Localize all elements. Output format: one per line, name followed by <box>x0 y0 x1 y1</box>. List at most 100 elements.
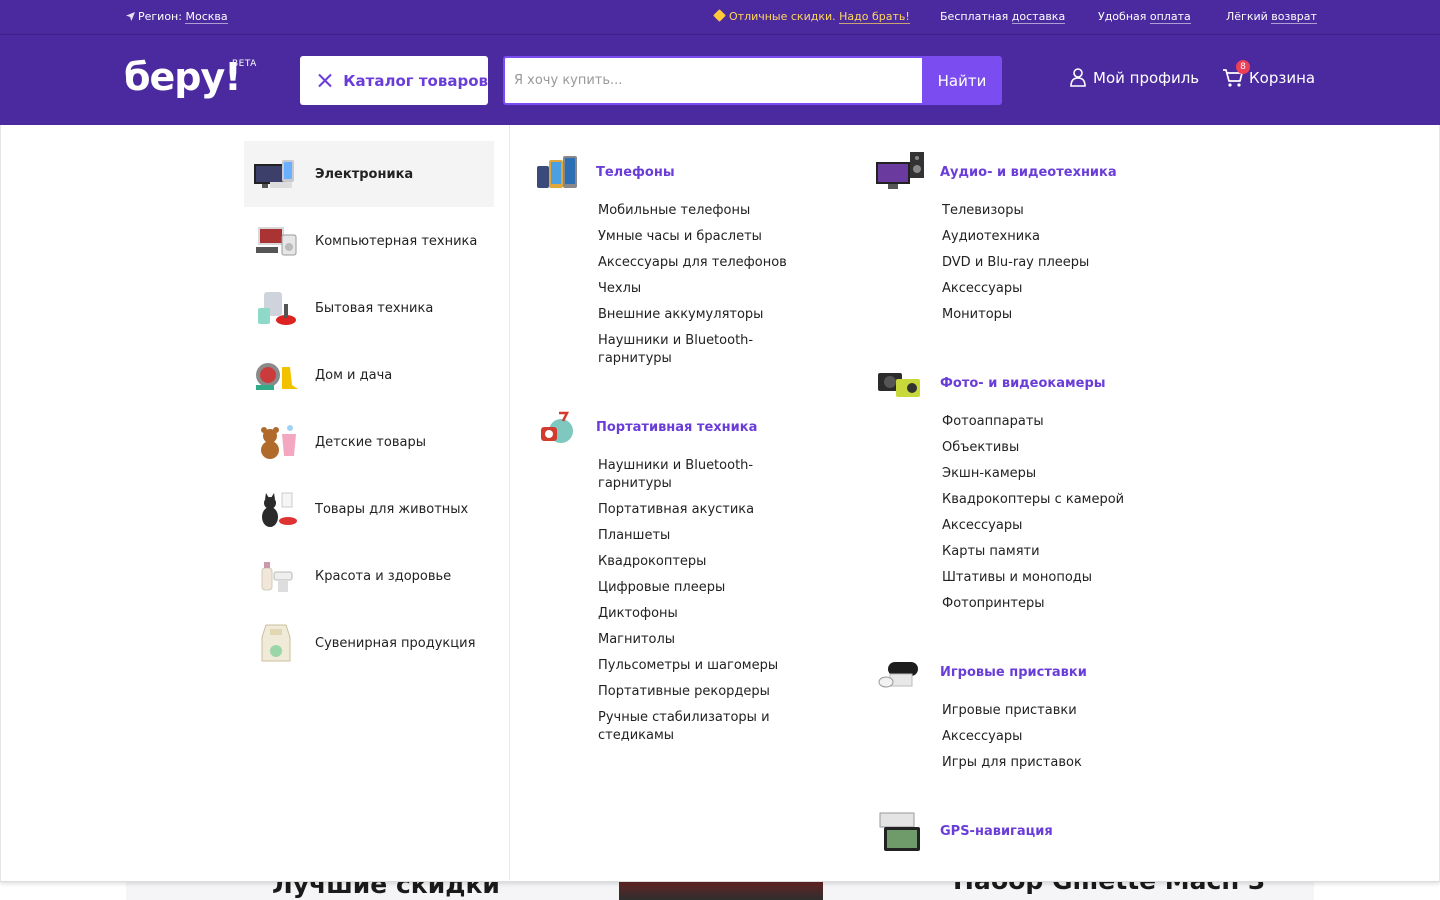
link-item[interactable]: Наушники и Bluetooth-гарнитуры <box>598 332 773 368</box>
promo-banner[interactable]: Отличные скидки. Надо брать! <box>713 9 910 24</box>
link-item[interactable]: Чехлы <box>598 280 838 298</box>
catalog-toggle-button[interactable]: Каталог товаров <box>300 56 488 105</box>
category-label: Бытовая техника <box>315 300 434 316</box>
category-computers[interactable]: Компьютерная техника <box>244 208 494 274</box>
site-logo[interactable]: беру! <box>124 55 242 99</box>
payment-link[interactable]: оплата <box>1149 10 1191 24</box>
audio-video-icon <box>876 152 924 196</box>
category-beauty-health[interactable]: Красота и здоровье <box>244 543 494 609</box>
camera-icon <box>876 363 924 407</box>
return-link[interactable]: возврат <box>1271 10 1317 24</box>
delivery-prefix: Бесплатная <box>940 10 1009 23</box>
link-item[interactable]: Квадрокоптеры <box>598 553 838 571</box>
group-title-gps[interactable]: GPS-навигация <box>940 824 1053 839</box>
category-label: Детские товары <box>315 434 426 450</box>
link-item[interactable]: Объективы <box>942 439 1182 457</box>
link-item[interactable]: Цифровые плееры <box>598 579 838 597</box>
souvenir-icon <box>252 621 300 665</box>
group-title-portable[interactable]: Портативная техника <box>596 420 757 435</box>
category-home-garden[interactable]: Дом и дача <box>244 342 494 408</box>
top-info-bar: Регион: Москва Отличные скидки. Надо бра… <box>0 0 1440 35</box>
category-souvenirs[interactable]: Сувенирная продукция <box>244 610 494 676</box>
electronics-icon <box>252 152 300 196</box>
link-item[interactable]: Наушники и Bluetooth-гарнитуры <box>598 457 773 493</box>
link-item[interactable]: Портативная акустика <box>598 501 838 519</box>
link-item[interactable]: Магнитолы <box>598 631 838 649</box>
link-item[interactable]: Телевизоры <box>942 202 1182 220</box>
kids-icon <box>252 420 300 464</box>
region-selector[interactable]: Регион: Москва <box>126 10 228 24</box>
main-header: беру! BETA Каталог товаров Найти Мой про… <box>0 35 1440 125</box>
promo-text: Отличные скидки. <box>729 10 836 23</box>
cart-link[interactable]: 8 Корзина <box>1222 60 1316 88</box>
category-label: Дом и дача <box>315 367 393 383</box>
link-item[interactable]: Аксессуары <box>942 517 1182 535</box>
search-box <box>503 56 923 105</box>
region-prefix: Регион: <box>138 10 182 23</box>
link-item[interactable]: Ручные стабилизаторы и стедикамы <box>598 709 783 745</box>
portable-tech-icon <box>533 407 581 451</box>
return-info[interactable]: Лёгкий возврат <box>1226 10 1317 24</box>
category-appliances[interactable]: Бытовая техника <box>244 275 494 341</box>
beauty-icon <box>252 554 300 598</box>
delivery-link[interactable]: доставка <box>1011 10 1066 24</box>
link-item[interactable]: Штативы и моноподы <box>942 569 1182 587</box>
pets-icon <box>252 487 300 531</box>
close-icon <box>317 73 331 88</box>
link-item[interactable]: Мониторы <box>942 306 1182 324</box>
link-item[interactable]: Карты памяти <box>942 543 1182 561</box>
link-item[interactable]: Фотоаппараты <box>942 413 1182 431</box>
region-city-link[interactable]: Москва <box>185 10 228 24</box>
profile-link[interactable]: Мой профиль <box>1070 68 1199 87</box>
home-garden-icon <box>252 353 300 397</box>
gps-navigator-icon <box>876 811 924 855</box>
category-label: Сувенирная продукция <box>315 635 476 651</box>
catalog-dropdown: Электроника Компьютерная техника Бытовая… <box>0 125 1440 882</box>
link-item[interactable]: Мобильные телефоны <box>598 202 838 220</box>
link-item[interactable]: Квадрокоптеры с камерой <box>942 491 1182 509</box>
link-item[interactable]: Игровые приставки <box>942 702 1182 720</box>
category-electronics[interactable]: Электроника <box>244 141 494 207</box>
group-title-cameras[interactable]: Фото- и видеокамеры <box>940 376 1106 391</box>
link-item[interactable]: DVD и Blu-ray плееры <box>942 254 1182 272</box>
promo-link[interactable]: Надо брать! <box>839 10 910 24</box>
link-item[interactable]: Фотопринтеры <box>942 595 1182 613</box>
link-item[interactable]: Аксессуары для телефонов <box>598 254 838 272</box>
cart-count-badge: 8 <box>1236 60 1250 74</box>
link-item[interactable]: Портативные рекордеры <box>598 683 838 701</box>
link-item[interactable]: Аудиотехника <box>942 228 1182 246</box>
catalog-button-label: Каталог товаров <box>343 71 488 90</box>
delivery-info[interactable]: Бесплатная доставка <box>940 10 1066 24</box>
link-item[interactable]: Диктофоны <box>598 605 838 623</box>
link-item[interactable]: Внешние аккумуляторы <box>598 306 838 324</box>
computer-icon <box>252 219 300 263</box>
search-input[interactable] <box>505 58 923 103</box>
category-kids[interactable]: Детские товары <box>244 409 494 475</box>
game-console-icon <box>876 652 924 696</box>
link-item[interactable]: Экшн-камеры <box>942 465 1182 483</box>
group-title-phones[interactable]: Телефоны <box>596 165 675 180</box>
link-item[interactable]: Игры для приставок <box>942 754 1182 772</box>
group-title-consoles[interactable]: Игровые приставки <box>940 665 1087 680</box>
search-button[interactable]: Найти <box>922 56 1002 105</box>
user-icon <box>1070 68 1086 87</box>
link-item[interactable]: Аксессуары <box>942 728 1182 746</box>
profile-label: Мой профиль <box>1093 68 1200 87</box>
phones-icon <box>533 152 581 196</box>
category-label: Компьютерная техника <box>315 233 478 249</box>
column-divider <box>509 125 510 882</box>
cart-label: Корзина <box>1249 69 1316 87</box>
category-label: Электроника <box>315 166 414 182</box>
link-item[interactable]: Планшеты <box>598 527 838 545</box>
cart-icon: 8 <box>1222 60 1250 88</box>
link-item[interactable]: Аксессуары <box>942 280 1182 298</box>
beta-label: BETA <box>232 59 257 69</box>
link-item[interactable]: Умные часы и браслеты <box>598 228 838 246</box>
appliances-icon <box>252 286 300 330</box>
return-prefix: Лёгкий <box>1226 10 1268 23</box>
group-title-audio-video[interactable]: Аудио- и видеотехника <box>940 165 1117 180</box>
link-item[interactable]: Пульсометры и шагомеры <box>598 657 838 675</box>
location-arrow-icon <box>126 12 135 21</box>
category-pets[interactable]: Товары для животных <box>244 476 494 542</box>
payment-info[interactable]: Удобная оплата <box>1098 10 1191 24</box>
